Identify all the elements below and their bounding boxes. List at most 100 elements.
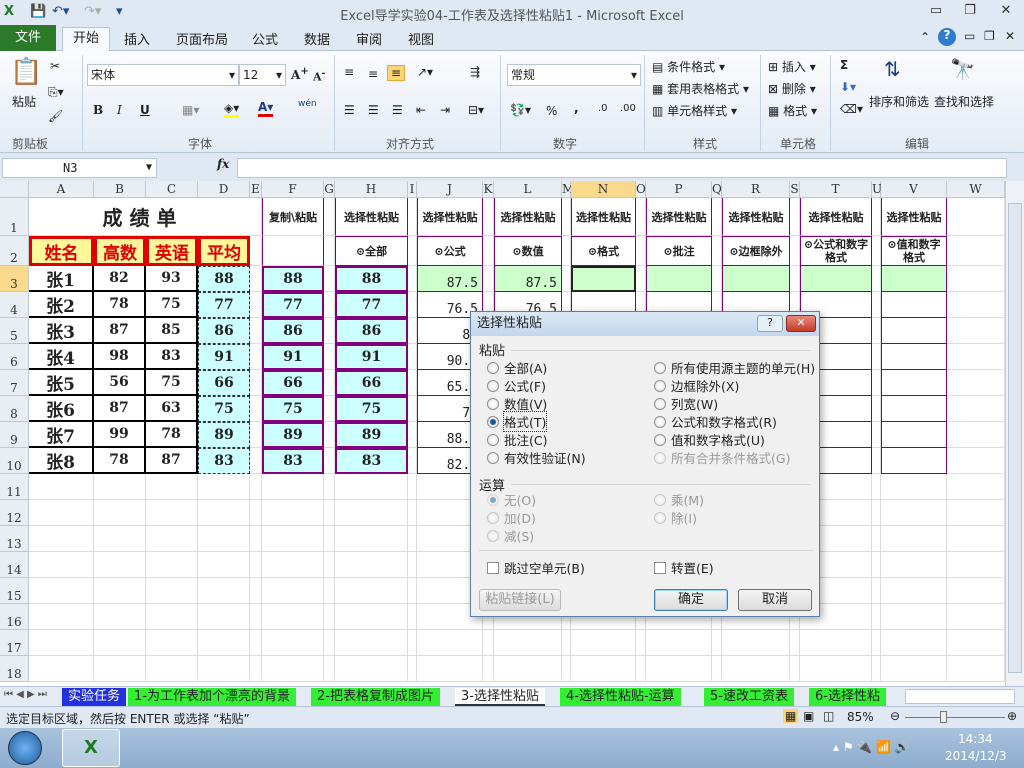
- cell[interactable]: [712, 630, 722, 656]
- phonetic-icon[interactable]: wén: [298, 99, 317, 109]
- cell[interactable]: [947, 422, 1005, 448]
- pasted-cell[interactable]: 89: [335, 422, 408, 448]
- cell[interactable]: [262, 474, 324, 500]
- cell[interactable]: [250, 266, 262, 292]
- paste-type-title[interactable]: 选择性粘贴: [335, 198, 408, 236]
- row-header-4[interactable]: 4: [0, 292, 29, 318]
- data-cell[interactable]: 66: [198, 370, 250, 396]
- data-cell[interactable]: 91: [198, 344, 250, 370]
- column-header-S[interactable]: S: [790, 181, 800, 198]
- cell[interactable]: [324, 474, 335, 500]
- cell[interactable]: [250, 552, 262, 578]
- data-cell[interactable]: 82: [94, 266, 146, 292]
- vertical-scrollbar[interactable]: [1005, 181, 1024, 686]
- cell[interactable]: [872, 266, 881, 292]
- cell[interactable]: [250, 344, 262, 370]
- paste-mode-label[interactable]: ⊙批注: [646, 236, 712, 266]
- cell[interactable]: [146, 474, 198, 500]
- cell[interactable]: [483, 266, 494, 292]
- cell[interactable]: [408, 604, 417, 630]
- zoom-slider-thumb[interactable]: [940, 711, 947, 723]
- transpose-checkbox[interactable]: 转置(E): [654, 558, 714, 577]
- increase-indent-icon[interactable]: ⇥: [440, 103, 450, 117]
- operation-option-radio[interactable]: 乘(M): [654, 490, 704, 509]
- cell[interactable]: [881, 604, 947, 630]
- sheet-tab[interactable]: 4-选择性粘贴-运算: [560, 688, 681, 706]
- cell[interactable]: [408, 266, 417, 292]
- paste-type-title[interactable]: 选择性粘贴: [646, 198, 712, 236]
- result-cell[interactable]: 87.5: [494, 266, 562, 292]
- cell[interactable]: [872, 630, 881, 656]
- tab-home[interactable]: 开始: [62, 27, 110, 52]
- cell[interactable]: [324, 370, 335, 396]
- cell[interactable]: [324, 552, 335, 578]
- cell[interactable]: [408, 236, 417, 266]
- autosum-button[interactable]: Σ: [840, 58, 848, 72]
- horizontal-scrollbar[interactable]: [905, 689, 1015, 704]
- cell[interactable]: [262, 604, 324, 630]
- cell[interactable]: [712, 236, 722, 266]
- column-header-V[interactable]: V: [881, 181, 947, 198]
- column-header-O[interactable]: O: [636, 181, 646, 198]
- data-cell[interactable]: 张2: [29, 292, 94, 318]
- percent-button[interactable]: %: [546, 104, 557, 118]
- cell[interactable]: [636, 236, 646, 266]
- paste-option-radio[interactable]: 边框除外(X): [654, 376, 739, 395]
- operation-option-radio[interactable]: 除(I): [654, 508, 697, 527]
- cell[interactable]: [947, 552, 1005, 578]
- row-header-11[interactable]: 11: [0, 474, 29, 500]
- row-header-8[interactable]: 8: [0, 396, 29, 422]
- paste-option-radio[interactable]: 格式(T): [487, 411, 548, 432]
- data-cell[interactable]: 87: [146, 448, 198, 474]
- paste-option-radio[interactable]: 全部(A): [487, 358, 547, 377]
- paste-mode-label[interactable]: [262, 236, 324, 266]
- cell[interactable]: [483, 630, 494, 656]
- cell[interactable]: [790, 656, 800, 682]
- collapse-ribbon-icon[interactable]: ⌃: [920, 30, 930, 44]
- cell[interactable]: [29, 474, 94, 500]
- paste-mode-label[interactable]: ⊙全部: [335, 236, 408, 266]
- cell[interactable]: [94, 500, 146, 526]
- cell[interactable]: [417, 656, 483, 682]
- data-cell[interactable]: 56: [94, 370, 146, 396]
- cell[interactable]: [335, 656, 408, 682]
- pasted-cell[interactable]: 91: [335, 344, 408, 370]
- cell[interactable]: [947, 630, 1005, 656]
- cell[interactable]: [790, 236, 800, 266]
- cell[interactable]: [947, 396, 1005, 422]
- cell[interactable]: [800, 630, 872, 656]
- cell[interactable]: [483, 236, 494, 266]
- cell[interactable]: [198, 604, 250, 630]
- data-cell[interactable]: 张4: [29, 344, 94, 370]
- column-header-J[interactable]: J: [417, 181, 483, 198]
- column-header-I[interactable]: I: [408, 181, 417, 198]
- sheet-tab[interactable]: 3-选择性粘贴: [455, 688, 545, 706]
- cell[interactable]: [646, 630, 712, 656]
- cell[interactable]: [146, 630, 198, 656]
- cell[interactable]: [198, 500, 250, 526]
- zoom-out-icon[interactable]: ⊖: [890, 709, 900, 723]
- data-cell[interactable]: 78: [94, 448, 146, 474]
- sort-filter-icon[interactable]: ⇅: [884, 57, 901, 81]
- cell[interactable]: [636, 266, 646, 292]
- cell[interactable]: [571, 656, 636, 682]
- cell[interactable]: [722, 656, 790, 682]
- column-header-Q[interactable]: Q: [712, 181, 722, 198]
- cell[interactable]: [881, 630, 947, 656]
- cell[interactable]: [790, 266, 800, 292]
- cell[interactable]: [712, 266, 722, 292]
- tab-review[interactable]: 审阅: [356, 29, 382, 48]
- accounting-format-icon[interactable]: 💱▾: [510, 103, 531, 117]
- close-icon[interactable]: ✕: [992, 3, 1020, 18]
- column-header-L[interactable]: L: [494, 181, 562, 198]
- data-cell[interactable]: 86: [198, 318, 250, 344]
- column-header-M[interactable]: M: [562, 181, 574, 198]
- cell[interactable]: [872, 604, 881, 630]
- cell[interactable]: [872, 422, 881, 448]
- paste-type-title[interactable]: 选择性粘贴: [800, 198, 872, 236]
- pasted-cell[interactable]: 86: [262, 318, 324, 344]
- cell[interactable]: [408, 422, 417, 448]
- row-header-9[interactable]: 9: [0, 422, 29, 448]
- data-cell[interactable]: 75: [146, 370, 198, 396]
- cell[interactable]: [947, 318, 1005, 344]
